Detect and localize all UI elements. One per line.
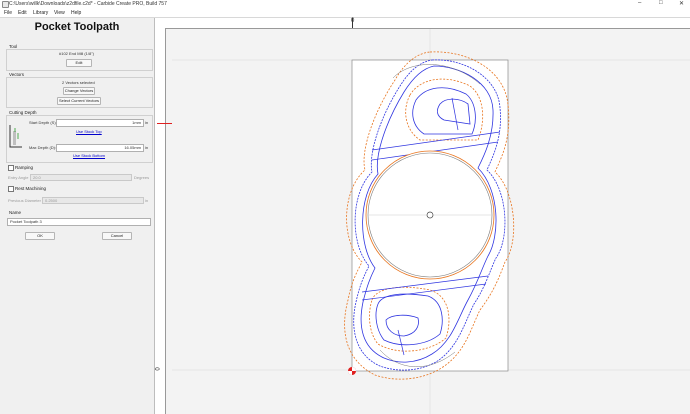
max-depth-label: Max Depth (D): [29,145,57,150]
maximize-icon[interactable]: □ [659,0,663,6]
entry-angle-label: Entry Angle [8,175,29,180]
toolpath-name-input[interactable]: Pocket Toolpath 3 [7,218,151,226]
previous-diameter-label: Previous Diameter [8,198,41,203]
rest-machining-checkbox[interactable] [8,186,14,192]
entry-angle-input[interactable]: 20.0 [30,174,132,181]
ramping-label: Ramping [15,165,34,170]
menu-file[interactable]: File [4,10,12,16]
rest-machining-label: Rest Machining [15,186,47,191]
vectors-status: 2 Vectors selected [62,80,95,85]
ramping-checkbox[interactable] [8,165,14,171]
use-stock-top-link[interactable]: Use Stock Top [76,129,102,134]
window-title: C:\Users\willk\Downloads\z2dfile.c2d* - … [9,1,167,7]
start-depth-label: Start Depth (S): [29,120,57,125]
minimize-icon[interactable]: – [638,0,641,6]
edit-tool-button[interactable]: Edit [66,59,92,67]
origin-marker-icon [348,367,356,375]
max-depth-unit: in [145,145,149,150]
menu-bar: File Edit Library View Help [0,9,690,18]
panel-title: Pocket Toolpath [34,21,120,33]
max-depth-input[interactable]: 16.05mm [56,144,144,152]
close-icon[interactable]: ✕ [679,0,684,7]
center-point-icon [426,211,434,219]
start-depth-input[interactable]: 1mm [56,119,144,127]
menu-library[interactable]: Library [33,10,48,16]
select-current-vectors-button[interactable]: Select Current Vectors [57,97,101,105]
previous-diameter-unit: in [145,198,149,203]
workspace-drawing[interactable] [155,18,690,414]
menu-view[interactable]: View [54,10,65,16]
ok-button[interactable]: OK [25,232,55,240]
previous-diameter-input[interactable]: 0.2500 [42,197,144,204]
menu-help[interactable]: Help [71,10,81,16]
cancel-button[interactable]: Cancel [102,232,132,240]
start-depth-unit: in [145,120,149,125]
depth-diagram-icon [9,125,22,148]
entry-angle-unit: Degrees [134,175,150,180]
title-bar: C:\Users\willk\Downloads\z2dfile.c2d* - … [0,0,690,9]
use-stock-bottom-link[interactable]: Use Stock Bottom [73,153,105,158]
tool-name: #102 End Mill (1/8") [59,51,94,56]
change-vectors-button[interactable]: Change Vectors [63,87,95,95]
menu-edit[interactable]: Edit [18,10,27,16]
name-section-label: Name [9,210,22,215]
app-icon [2,1,9,8]
